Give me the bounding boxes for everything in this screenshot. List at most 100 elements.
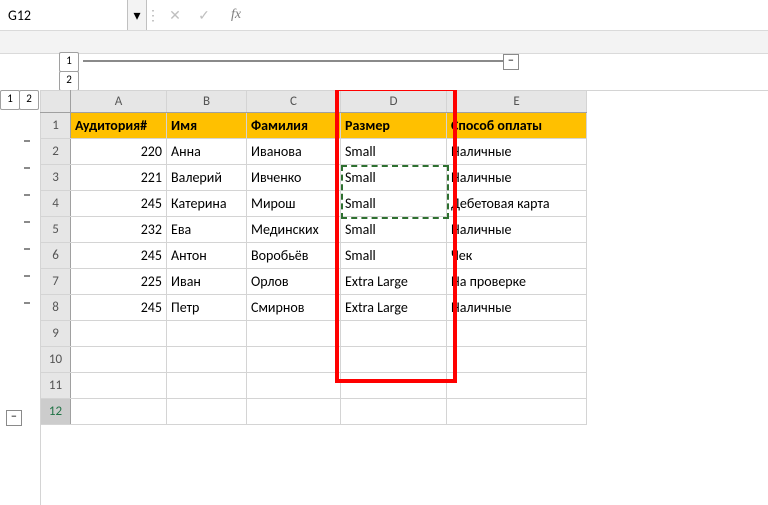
- cell-A12[interactable]: [71, 399, 167, 425]
- cell-C12[interactable]: [247, 399, 341, 425]
- column-outline-collapse[interactable]: −: [503, 54, 519, 70]
- cell-E10[interactable]: [447, 347, 587, 373]
- enter-icon: ✓: [198, 7, 210, 24]
- grid-table[interactable]: A B C D E 1 Аудитория# Имя Фамилия Разме…: [40, 90, 587, 425]
- cell-B5[interactable]: Ева: [167, 217, 247, 243]
- table-row: 2220АннаИвановаSmallНаличные: [41, 139, 587, 165]
- cell-C8[interactable]: Смирнов: [247, 295, 341, 321]
- row-header-5[interactable]: 5: [41, 217, 71, 243]
- cell-D7[interactable]: Extra Large: [341, 269, 447, 295]
- cell-C1[interactable]: Фамилия: [247, 113, 341, 139]
- cell-C4[interactable]: Мирош: [247, 191, 341, 217]
- column-outline-level-2[interactable]: 2: [59, 71, 79, 91]
- cell-B9[interactable]: [167, 321, 247, 347]
- column-header-D[interactable]: D: [341, 91, 447, 113]
- cell-C3[interactable]: Ивченко: [247, 165, 341, 191]
- cell-A11[interactable]: [71, 373, 167, 399]
- cell-A3[interactable]: 221: [71, 165, 167, 191]
- enter-button[interactable]: ✓: [190, 0, 219, 30]
- cell-D10[interactable]: [341, 347, 447, 373]
- cell-B3[interactable]: Валерий: [167, 165, 247, 191]
- cell-E5[interactable]: Наличные: [447, 217, 587, 243]
- cell-B10[interactable]: [167, 347, 247, 373]
- cell-E3[interactable]: Наличные: [447, 165, 587, 191]
- cell-D5[interactable]: Small: [341, 217, 447, 243]
- cell-E7[interactable]: На проверке: [447, 269, 587, 295]
- cell-D8[interactable]: Extra Large: [341, 295, 447, 321]
- row-header-4[interactable]: 4: [41, 191, 71, 217]
- column-header-A[interactable]: A: [71, 91, 167, 113]
- cell-B12[interactable]: [167, 399, 247, 425]
- row-header-9[interactable]: 9: [41, 321, 71, 347]
- cell-D3[interactable]: Small: [341, 165, 447, 191]
- cell-B2[interactable]: Анна: [167, 139, 247, 165]
- cell-A4[interactable]: 245: [71, 191, 167, 217]
- row-outline-tick: [24, 221, 30, 223]
- cell-D11[interactable]: [341, 373, 447, 399]
- cell-C10[interactable]: [247, 347, 341, 373]
- row-outline-level-2[interactable]: 2: [19, 90, 39, 110]
- column-header-E[interactable]: E: [447, 91, 587, 113]
- cancel-button[interactable]: ✕: [161, 0, 190, 30]
- cell-A6[interactable]: 245: [71, 243, 167, 269]
- grid[interactable]: A B C D E 1 Аудитория# Имя Фамилия Разме…: [40, 90, 768, 505]
- cell-B6[interactable]: Антон: [167, 243, 247, 269]
- cell-D12[interactable]: [341, 399, 447, 425]
- cell-E8[interactable]: Наличные: [447, 295, 587, 321]
- row-header-7[interactable]: 7: [41, 269, 71, 295]
- cell-A10[interactable]: [71, 347, 167, 373]
- cell-D2[interactable]: Small: [341, 139, 447, 165]
- cell-E1[interactable]: Способ оплаты: [447, 113, 587, 139]
- row-header-11[interactable]: 11: [41, 373, 71, 399]
- cell-C5[interactable]: Мединских: [247, 217, 341, 243]
- cell-E11[interactable]: [447, 373, 587, 399]
- formula-input[interactable]: [254, 0, 768, 30]
- cell-D1[interactable]: Размер: [341, 113, 447, 139]
- row-header-1[interactable]: 1: [41, 113, 71, 139]
- name-box-dropdown[interactable]: ▾: [127, 0, 146, 30]
- cell-A7[interactable]: 225: [71, 269, 167, 295]
- cell-C2[interactable]: Иванова: [247, 139, 341, 165]
- cell-A5[interactable]: 232: [71, 217, 167, 243]
- column-header-B[interactable]: B: [167, 91, 247, 113]
- cell-D9[interactable]: [341, 321, 447, 347]
- cell-D6[interactable]: Small: [341, 243, 447, 269]
- cell-A8[interactable]: 245: [71, 295, 167, 321]
- table-row: 3221ВалерийИвченкоSmallНаличные: [41, 165, 587, 191]
- row-outline-collapse[interactable]: −: [6, 410, 22, 426]
- cell-C11[interactable]: [247, 373, 341, 399]
- cell-B7[interactable]: Иван: [167, 269, 247, 295]
- row-header-10[interactable]: 10: [41, 347, 71, 373]
- cell-B8[interactable]: Петр: [167, 295, 247, 321]
- row-header-3[interactable]: 3: [41, 165, 71, 191]
- select-all-corner[interactable]: [41, 91, 71, 113]
- name-box[interactable]: G12 ▾: [0, 0, 147, 30]
- cell-D4[interactable]: Small: [341, 191, 447, 217]
- cell-C7[interactable]: Орлов: [247, 269, 341, 295]
- cell-E12[interactable]: [447, 399, 587, 425]
- cell-E6[interactable]: Чек: [447, 243, 587, 269]
- column-header-C[interactable]: C: [247, 91, 341, 113]
- row-header-8[interactable]: 8: [41, 295, 71, 321]
- cell-E4[interactable]: Дебетовая карта: [447, 191, 587, 217]
- insert-function-button[interactable]: fx: [219, 0, 254, 30]
- cell-E2[interactable]: Наличные: [447, 139, 587, 165]
- cell-C6[interactable]: Воробьёв: [247, 243, 341, 269]
- row-header-2[interactable]: 2: [41, 139, 71, 165]
- cell-A9[interactable]: [71, 321, 167, 347]
- table-row: 7225ИванОрловExtra LargeНа проверке: [41, 269, 587, 295]
- table-row: 10: [41, 347, 587, 373]
- cell-B11[interactable]: [167, 373, 247, 399]
- cell-E9[interactable]: [447, 321, 587, 347]
- cell-A2[interactable]: 220: [71, 139, 167, 165]
- row-header-12[interactable]: 12: [41, 399, 71, 425]
- row-outline-level-1[interactable]: 1: [0, 90, 20, 110]
- cell-A1[interactable]: Аудитория#: [71, 113, 167, 139]
- cell-C9[interactable]: [247, 321, 341, 347]
- row-header-6[interactable]: 6: [41, 243, 71, 269]
- row-outline-tick: [24, 167, 30, 169]
- cell-B1[interactable]: Имя: [167, 113, 247, 139]
- table-row: 4245КатеринаМирошSmallДебетовая карта: [41, 191, 587, 217]
- column-outline-level-1[interactable]: 1: [59, 52, 79, 72]
- cell-B4[interactable]: Катерина: [167, 191, 247, 217]
